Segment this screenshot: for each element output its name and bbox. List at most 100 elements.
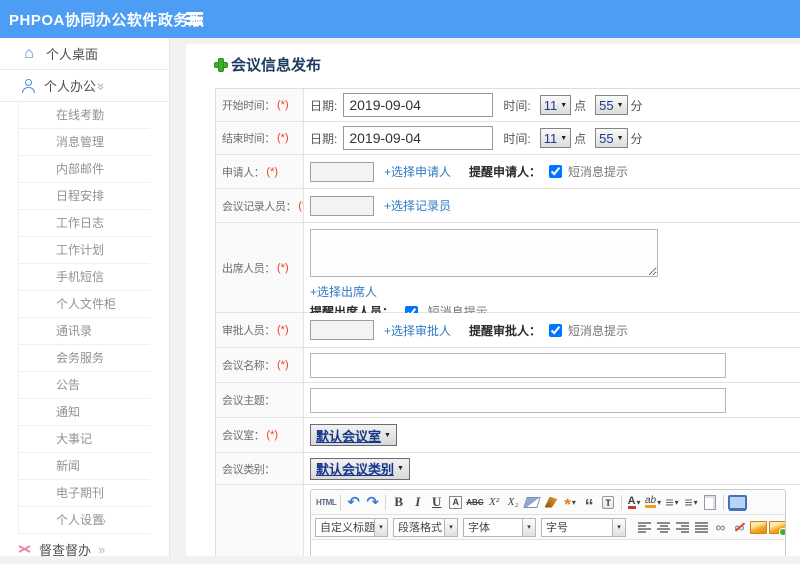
highlight-color-icon[interactable]: ab ▾ — [644, 492, 662, 512]
sidebar-item-supervision[interactable]: 督查督办 » — [0, 534, 169, 564]
new-page-icon[interactable] — [702, 492, 719, 512]
field-label: 会议类别： — [222, 463, 275, 476]
meeting-subject-input[interactable] — [310, 387, 726, 413]
sidebar-item[interactable]: 个人设置 » — [19, 507, 150, 534]
sidebar-item[interactable]: 工作计划 — [19, 237, 150, 264]
insert-image-icon[interactable] — [750, 517, 767, 537]
bold-icon[interactable]: B — [390, 492, 407, 512]
recorder-input[interactable] — [310, 195, 374, 216]
editor-toolbar-row1: HTML ↶ ↷ B I U A ABC X² X₂ * ▾ “ T A ▾ a… — [311, 490, 785, 515]
unlink-icon[interactable]: ∞ — [731, 517, 748, 537]
field-label: 结束时间： — [222, 133, 275, 145]
align-justify-icon[interactable] — [693, 517, 710, 537]
minute-suffix: 分 — [630, 98, 643, 113]
html-source-button[interactable]: HTML — [316, 492, 337, 512]
start-date-input[interactable] — [343, 93, 494, 117]
sidebar-item[interactable]: 个人文件柜 — [19, 291, 150, 318]
format-painter-icon[interactable] — [543, 492, 560, 512]
hamburger-menu-icon[interactable] — [186, 12, 203, 25]
combo-arrow-icon[interactable]: ▾ — [444, 518, 457, 536]
sidebar-submenu: 在线考勤 消息管理 内部邮件 日程安排 工作日志 工作计划 手机短信 个人文件柜… — [18, 102, 169, 534]
required-mark: (*) — [277, 132, 289, 144]
paste-text-icon[interactable]: T — [600, 492, 617, 512]
sidebar-item[interactable]: 在线考勤 — [19, 102, 150, 129]
minute-suffix: 分 — [630, 131, 643, 146]
link-icon[interactable]: ∞ — [712, 517, 729, 537]
heading-combo[interactable]: 自定义标题 ▾ — [315, 517, 388, 537]
align-left-icon[interactable] — [636, 517, 653, 537]
applicant-input[interactable] — [310, 161, 374, 182]
combo-arrow-icon[interactable]: ▾ — [612, 518, 625, 536]
font-color-icon[interactable]: A ▾ — [626, 492, 643, 512]
start-minute-select[interactable]: 55 ▼ — [595, 95, 628, 115]
combo-arrow-icon[interactable]: ▾ — [374, 518, 387, 536]
choose-attendees-link[interactable]: +选择出席人 — [310, 283, 377, 300]
sidebar-item[interactable]: 大事记 — [19, 426, 150, 453]
chevron-right-icon: » — [99, 513, 107, 528]
font-family-combo[interactable]: 字体 ▾ — [463, 517, 536, 537]
required-mark: (*) — [266, 429, 279, 441]
meeting-name-input[interactable] — [310, 352, 726, 378]
sidebar-item[interactable]: 公告 — [19, 372, 150, 399]
form-row-end-time: 结束时间：(*) 日期: 时间: 11▼ 点 55▼ 分 — [216, 122, 800, 155]
home-icon: ⌂ — [24, 44, 34, 62]
sidebar-item[interactable]: 通知 — [19, 399, 150, 426]
rich-text-editor: HTML ↶ ↷ B I U A ABC X² X₂ * ▾ “ T A ▾ a… — [310, 489, 786, 556]
choose-applicant-link[interactable]: +选择申请人 — [384, 163, 451, 180]
sidebar-item-personal-desktop[interactable]: ⌂ 个人桌面 — [0, 38, 169, 70]
redo-icon[interactable]: ↷ — [364, 492, 381, 512]
paragraph-combo[interactable]: 段落格式 ▾ — [393, 517, 458, 537]
form-row-attendees: 出席人员： (*) +选择出席人 提醒出席人员： 短消息提示 — [216, 223, 800, 320]
sidebar-item[interactable]: 内部邮件 — [19, 156, 150, 183]
field-label: 开始时间： — [222, 100, 275, 112]
choose-approver-link[interactable]: +选择审批人 — [384, 322, 451, 339]
image-upload-icon[interactable] — [769, 517, 785, 537]
ordered-list-icon[interactable]: ≡ ▾ — [664, 492, 681, 512]
required-mark: (*) — [277, 99, 289, 111]
attendees-textarea[interactable] — [310, 229, 658, 277]
remind-applicant-label: 提醒申请人： — [469, 165, 542, 179]
field-label: 申请人： — [222, 166, 265, 179]
chevron-down-icon: ▼ — [616, 101, 624, 109]
undo-icon[interactable]: ↶ — [345, 492, 362, 512]
sidebar-item[interactable]: 工作日志 — [19, 210, 150, 237]
sidebar-item[interactable]: 会务服务 — [19, 345, 150, 372]
fullscreen-icon[interactable] — [728, 492, 747, 512]
subscript-icon[interactable]: X₂ — [505, 492, 522, 512]
form-row-meeting-room: 会议室： (*) 默认会议室 ▼ — [216, 418, 800, 453]
approver-input[interactable] — [310, 320, 374, 340]
toolbar-separator — [340, 494, 342, 510]
meeting-category-select[interactable]: 默认会议类别 ▼ — [310, 457, 410, 480]
sidebar-item[interactable]: 通讯录 — [19, 318, 150, 345]
sidebar-item[interactable]: 手机短信 — [19, 264, 150, 291]
approver-sms-checkbox[interactable] — [549, 323, 563, 337]
combo-arrow-icon[interactable]: ▾ — [522, 518, 535, 536]
align-right-icon[interactable] — [674, 517, 691, 537]
format-clear-icon[interactable] — [524, 492, 541, 512]
char-border-icon[interactable]: A — [447, 492, 464, 512]
font-size-combo[interactable]: 字号 ▾ — [541, 517, 626, 537]
applicant-sms-checkbox[interactable] — [549, 165, 563, 178]
superscript-icon[interactable]: X² — [486, 492, 503, 512]
end-date-input[interactable] — [343, 126, 494, 150]
auto-typeset-icon[interactable]: * ▾ — [562, 492, 579, 513]
sidebar-item-personal-office[interactable]: 个人办公 » — [0, 70, 169, 102]
strikethrough-icon[interactable]: ABC — [466, 492, 483, 512]
end-minute-select[interactable]: 55 ▼ — [595, 128, 628, 148]
meeting-room-select[interactable]: 默认会议室 ▼ — [310, 424, 397, 446]
underline-icon[interactable]: U — [428, 492, 445, 512]
sidebar-item[interactable]: 日程安排 — [19, 183, 150, 210]
editor-content-area[interactable] — [311, 540, 785, 556]
unordered-list-icon[interactable]: ≡ ▾ — [683, 492, 700, 512]
form-row-editor: HTML ↶ ↷ B I U A ABC X² X₂ * ▾ “ T A ▾ a… — [216, 485, 800, 556]
hour-suffix: 点 — [574, 98, 587, 113]
sidebar-item[interactable]: 消息管理 — [19, 129, 150, 156]
sidebar-item[interactable]: 新闻 — [19, 453, 150, 480]
start-hour-select[interactable]: 11 ▼ — [539, 95, 572, 115]
sidebar-item[interactable]: 电子期刊 — [19, 480, 150, 507]
end-hour-select[interactable]: 11 ▼ — [539, 128, 572, 148]
blockquote-icon[interactable]: “ — [581, 492, 598, 515]
align-center-icon[interactable] — [655, 517, 672, 537]
italic-icon[interactable]: I — [409, 492, 426, 512]
choose-recorder-link[interactable]: +选择记录员 — [384, 197, 451, 214]
